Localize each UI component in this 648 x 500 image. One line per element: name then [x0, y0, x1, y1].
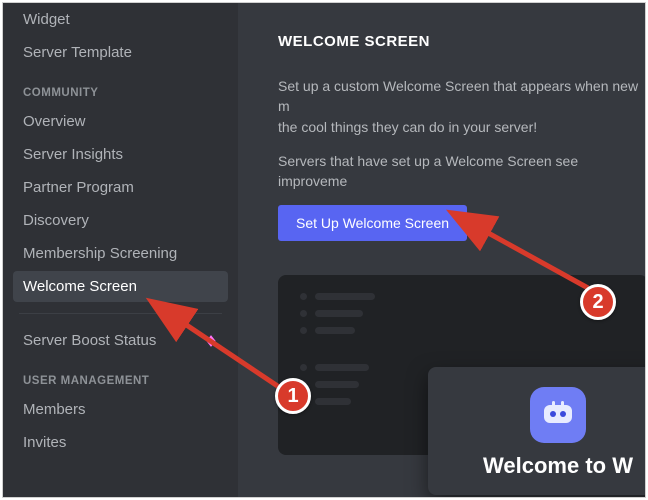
welcome-preview-panel: Welcome to W	[278, 275, 646, 455]
setup-welcome-screen-button[interactable]: Set Up Welcome Screen	[278, 205, 467, 241]
sidebar-item-overview[interactable]: Overview	[13, 106, 228, 137]
divider	[19, 313, 222, 314]
sidebar-item-server-insights[interactable]: Server Insights	[13, 139, 228, 170]
sidebar-item-discovery[interactable]: Discovery	[13, 205, 228, 236]
page-title: WELCOME SCREEN	[278, 33, 646, 50]
sidebar-item-label: Members	[23, 401, 86, 418]
boost-icon	[204, 334, 218, 348]
sidebar-item-label: Membership Screening	[23, 245, 177, 262]
sidebar-item-label: Invites	[23, 434, 66, 451]
sidebar-item-server-boost-status[interactable]: Server Boost Status	[13, 325, 228, 356]
sidebar-item-widget[interactable]: Widget	[13, 4, 228, 35]
sidebar-item-welcome-screen[interactable]: Welcome Screen	[13, 271, 228, 302]
welcome-modal-title: Welcome to W	[483, 453, 633, 479]
sidebar-item-label: Overview	[23, 113, 86, 130]
server-avatar-icon	[530, 387, 586, 443]
sidebar-item-label: Widget	[23, 11, 70, 28]
sidebar-item-membership-screening[interactable]: Membership Screening	[13, 238, 228, 269]
section-header-user-management: USER MANAGEMENT	[13, 357, 228, 393]
sidebar-item-server-template[interactable]: Server Template	[13, 37, 228, 68]
main-content: WELCOME SCREEN Set up a custom Welcome S…	[238, 3, 646, 497]
sidebar-item-invites[interactable]: Invites	[13, 427, 228, 458]
sidebar-item-label: Server Insights	[23, 146, 123, 163]
description-1: Set up a custom Welcome Screen that appe…	[278, 76, 646, 137]
sidebar-item-label: Server Boost Status	[23, 332, 156, 349]
sidebar-item-label: Welcome Screen	[23, 278, 137, 295]
sidebar-item-label: Discovery	[23, 212, 89, 229]
sidebar-item-label: Partner Program	[23, 179, 134, 196]
settings-sidebar: Widget Server Template COMMUNITY Overvie…	[3, 3, 238, 497]
description-2: Servers that have set up a Welcome Scree…	[278, 151, 646, 192]
sidebar-item-members[interactable]: Members	[13, 394, 228, 425]
sidebar-item-label: Server Template	[23, 44, 132, 61]
section-header-community: COMMUNITY	[13, 69, 228, 105]
sidebar-item-partner-program[interactable]: Partner Program	[13, 172, 228, 203]
welcome-modal-preview: Welcome to W	[428, 367, 646, 495]
